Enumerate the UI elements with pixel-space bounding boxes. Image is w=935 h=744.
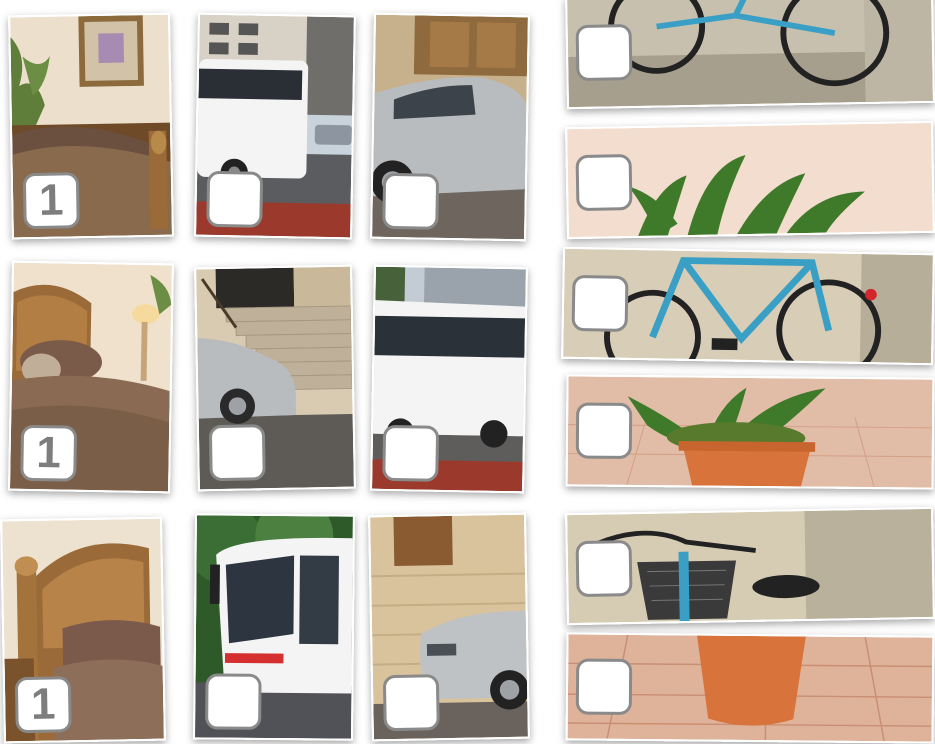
answer-box[interactable] [205, 673, 262, 730]
answer-box[interactable] [208, 424, 266, 482]
tile-bicycle-2[interactable] [561, 246, 935, 366]
answer-box[interactable] [382, 424, 440, 482]
tile-bedroom-3[interactable]: 1 [0, 516, 166, 744]
answer-box[interactable] [382, 674, 440, 732]
answer-box[interactable] [206, 170, 264, 228]
tile-bedroom-2[interactable]: 1 [8, 260, 174, 494]
tile-bus-2[interactable] [370, 264, 528, 494]
tile-bicycle-1[interactable] [565, 0, 935, 110]
answer-box[interactable]: 1 [14, 676, 72, 734]
tile-car-1[interactable] [370, 12, 530, 242]
answer-box[interactable] [575, 658, 633, 715]
answer-box[interactable]: 1 [22, 172, 80, 230]
answer-box[interactable] [571, 274, 629, 332]
tile-bus-3[interactable] [193, 513, 355, 741]
tile-plant-1[interactable] [565, 120, 935, 240]
answer-box[interactable] [575, 154, 633, 212]
answer-box[interactable] [575, 540, 633, 598]
tile-car-2[interactable] [194, 264, 356, 492]
tile-bus-1[interactable] [194, 12, 356, 240]
tile-car-3[interactable] [368, 512, 530, 742]
tile-bicycle-3[interactable] [565, 506, 935, 626]
answer-box[interactable]: 1 [20, 424, 78, 482]
tile-plant-2[interactable] [565, 374, 935, 490]
answer-box[interactable] [575, 402, 633, 459]
tile-plant-3[interactable] [565, 632, 935, 744]
answer-box[interactable] [575, 24, 633, 82]
answer-box[interactable] [382, 172, 440, 230]
tile-bedroom-1[interactable]: 1 [8, 12, 174, 240]
